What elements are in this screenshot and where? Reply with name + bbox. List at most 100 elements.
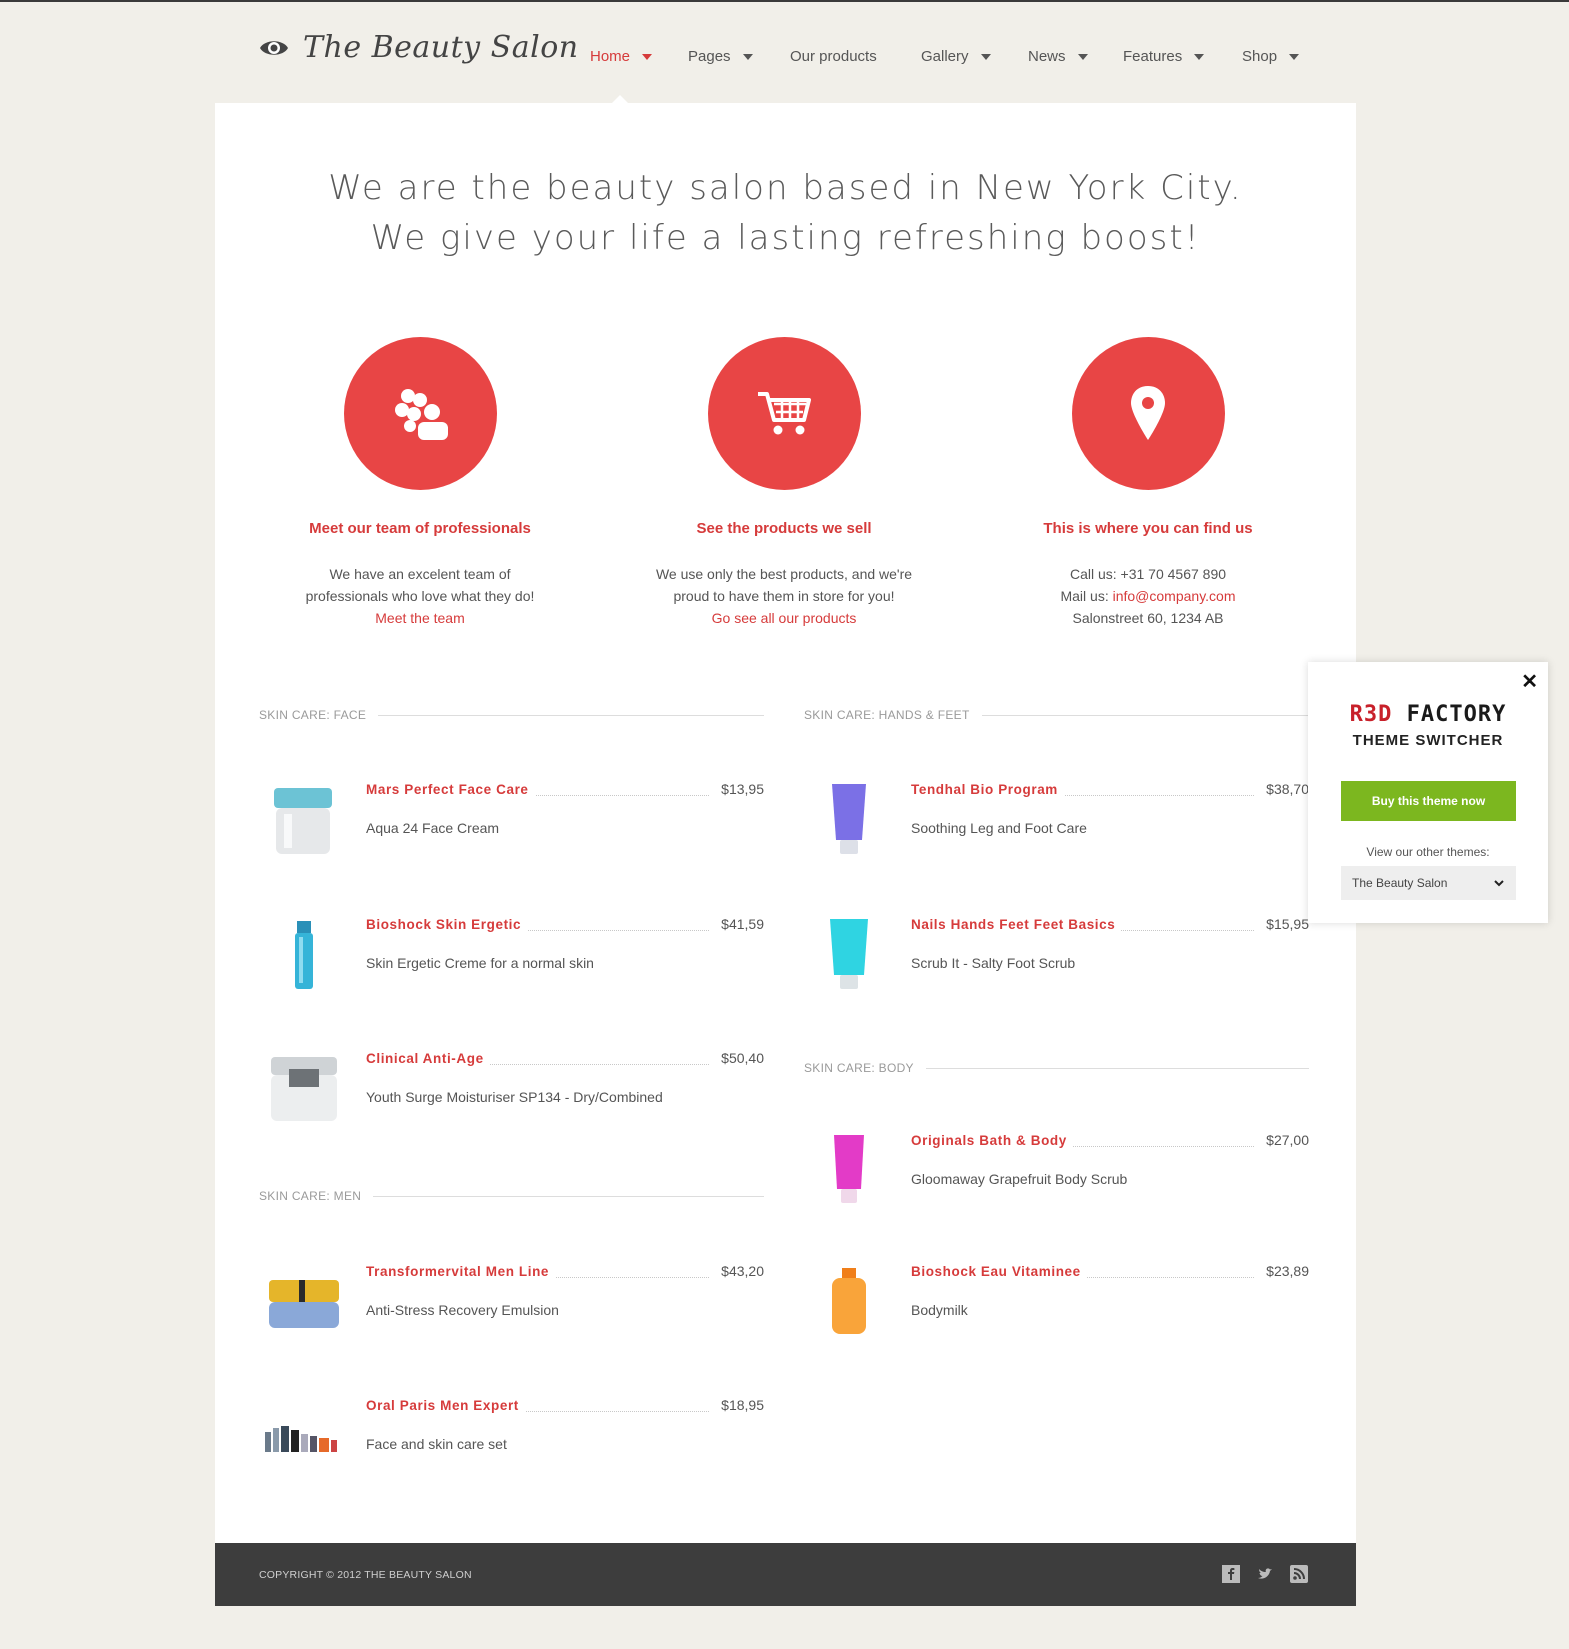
product-price: $43,20 xyxy=(721,1263,764,1279)
product-item[interactable]: Clinical Anti-Age $50,40 Youth Surge Moi… xyxy=(259,1045,764,1145)
product-description: Youth Surge Moisturiser SP134 - Dry/Comb… xyxy=(366,1089,663,1105)
logo-text: The Beauty Salon xyxy=(303,30,579,65)
top-border xyxy=(0,0,1569,2)
phone-number: Call us: +31 70 4567 890 xyxy=(1069,566,1227,582)
product-name[interactable]: Bioshock Eau Vitaminee xyxy=(911,1264,1087,1279)
feature-team-circle[interactable] xyxy=(343,337,497,490)
men-set-image xyxy=(265,1426,337,1452)
section-hands-feet-title: SKIN CARE: HANDS & FEET xyxy=(804,708,970,722)
pink-tube-image xyxy=(834,1135,864,1203)
see-products-link[interactable]: Go see all our products xyxy=(619,607,949,629)
anti-age-jar-image xyxy=(271,1057,337,1121)
brand-red: R3D xyxy=(1349,702,1393,727)
serum-bottle-image xyxy=(295,921,313,989)
feature-products-text-line-2: proud to have them in store for you! xyxy=(673,588,895,604)
cart-icon xyxy=(758,391,811,434)
rss-icon[interactable] xyxy=(1290,1565,1308,1583)
product-price: $15,95 xyxy=(1266,916,1309,932)
hero-line-2: We give your life a lasting refreshing b… xyxy=(370,218,1201,258)
hero-heading: We are the beauty salon based in New Yor… xyxy=(215,163,1356,263)
hero-line-1: We are the beauty salon based in New Yor… xyxy=(328,168,1243,208)
product-description: Gloomaway Grapefruit Body Scrub xyxy=(911,1171,1128,1187)
twitter-icon[interactable] xyxy=(1256,1565,1274,1583)
red-factory-logo: R3D FACTORY xyxy=(1308,702,1548,727)
buy-theme-button[interactable]: Buy this theme now xyxy=(1341,781,1516,821)
product-description: Aqua 24 Face Cream xyxy=(366,820,500,836)
meet-team-link[interactable]: Meet the team xyxy=(255,607,585,629)
product-item[interactable]: Bioshock Skin Ergetic $41,59 Skin Ergeti… xyxy=(259,911,764,1011)
footer: COPYRIGHT © 2012 THE BEAUTY SALON xyxy=(215,1543,1356,1606)
divider xyxy=(373,1195,764,1197)
product-price: $27,00 xyxy=(1266,1132,1309,1148)
feature-team-text-line-1: We have an excelent team of xyxy=(329,566,511,582)
feature-location-text: Call us: +31 70 4567 890 Mail us: info@c… xyxy=(983,563,1313,629)
nav-our-products[interactable]: Our products xyxy=(790,48,877,65)
feature-products: See the products we sell We use only the… xyxy=(619,337,949,629)
product-name[interactable]: Mars Perfect Face Care xyxy=(366,782,535,797)
nav-our-products-label: Our products xyxy=(790,48,877,65)
product-description: Scrub It - Salty Foot Scrub xyxy=(911,955,1076,971)
nav-news[interactable]: News xyxy=(1028,48,1088,65)
divider xyxy=(925,1067,1309,1069)
feature-location-title: This is where you can find us xyxy=(1043,520,1253,537)
feature-team-text: We have an excelent team of professional… xyxy=(255,563,585,629)
eye-icon xyxy=(260,40,288,55)
chevron-down-icon xyxy=(642,54,653,60)
email-link[interactable]: info@company.com xyxy=(1113,588,1236,604)
divider xyxy=(378,714,764,716)
product-item[interactable]: Mars Perfect Face Care $13,95 Aqua 24 Fa… xyxy=(259,776,764,876)
section-face-title: SKIN CARE: FACE xyxy=(259,708,367,722)
mail-label: Mail us: xyxy=(1060,588,1109,604)
nav-shop[interactable]: Shop xyxy=(1242,48,1300,65)
nav-pages-label: Pages xyxy=(688,48,731,65)
product-description: Skin Ergetic Creme for a normal skin xyxy=(366,955,594,971)
divider xyxy=(981,714,1309,716)
product-price: $38,70 xyxy=(1266,781,1309,797)
product-item[interactable]: Originals Bath & Body $27,00 Gloomaway G… xyxy=(804,1127,1309,1227)
chevron-down-icon xyxy=(1194,54,1205,60)
product-price: $41,59 xyxy=(721,916,764,932)
nav-gallery[interactable]: Gallery xyxy=(921,48,991,65)
feature-team: Meet our team of professionals We have a… xyxy=(255,337,585,629)
view-themes-label: View our other themes: xyxy=(1366,845,1490,859)
orange-bottle-image xyxy=(832,1268,866,1334)
product-item[interactable]: Transformervital Men Line $43,20 Anti-St… xyxy=(259,1258,764,1358)
feature-products-circle[interactable] xyxy=(707,337,861,490)
copyright: COPYRIGHT © 2012 THE BEAUTY SALON xyxy=(259,1569,472,1581)
product-name[interactable]: Bioshock Skin Ergetic xyxy=(366,917,528,932)
theme-select[interactable]: The Beauty Salon xyxy=(1341,866,1516,900)
product-name[interactable]: Clinical Anti-Age xyxy=(366,1051,490,1066)
theme-switcher-panel: ✕ R3D FACTORY THEME SWITCHER Buy this th… xyxy=(1308,662,1548,923)
nav-home[interactable]: Home xyxy=(590,48,653,65)
social-links xyxy=(1222,1565,1308,1583)
cyan-tube-image xyxy=(830,919,868,989)
feature-location-circle[interactable] xyxy=(1071,337,1225,490)
product-name[interactable]: Transformervital Men Line xyxy=(366,1264,556,1279)
site-logo[interactable]: The Beauty Salon xyxy=(259,30,579,65)
section-face-header: SKIN CARE: FACE xyxy=(259,708,764,722)
nav-features[interactable]: Features xyxy=(1123,48,1205,65)
close-icon[interactable]: ✕ xyxy=(1521,669,1538,694)
feature-team-title: Meet our team of professionals xyxy=(309,520,531,537)
purple-tube-image xyxy=(832,784,866,854)
product-name[interactable]: Originals Bath & Body xyxy=(911,1133,1073,1148)
men-cream-jar-image xyxy=(269,1280,339,1328)
product-name[interactable]: Tendhal Bio Program xyxy=(911,782,1064,797)
facebook-icon[interactable] xyxy=(1222,1565,1240,1583)
product-item[interactable]: Bioshock Eau Vitaminee $23,89 Bodymilk xyxy=(804,1258,1309,1358)
product-name[interactable]: Oral Paris Men Expert xyxy=(366,1398,525,1413)
product-description: Face and skin care set xyxy=(366,1436,507,1452)
product-price: $18,95 xyxy=(721,1397,764,1413)
nav-news-label: News xyxy=(1028,48,1066,65)
theme-select-value: The Beauty Salon xyxy=(1352,876,1448,890)
chevron-down-icon xyxy=(1494,880,1504,887)
product-item[interactable]: Nails Hands Feet Feet Basics $15,95 Scru… xyxy=(804,911,1309,1011)
face-cream-jar-image xyxy=(274,788,332,854)
brand-dark: FACTORY xyxy=(1406,702,1507,727)
product-name[interactable]: Nails Hands Feet Feet Basics xyxy=(911,917,1122,932)
section-hands-feet-header: SKIN CARE: HANDS & FEET xyxy=(804,708,1309,722)
chevron-down-icon xyxy=(1077,54,1088,60)
product-item[interactable]: Tendhal Bio Program $38,70 Soothing Leg … xyxy=(804,776,1309,876)
nav-pages[interactable]: Pages xyxy=(688,48,753,65)
product-item[interactable]: Oral Paris Men Expert $18,95 Face and sk… xyxy=(259,1392,764,1492)
